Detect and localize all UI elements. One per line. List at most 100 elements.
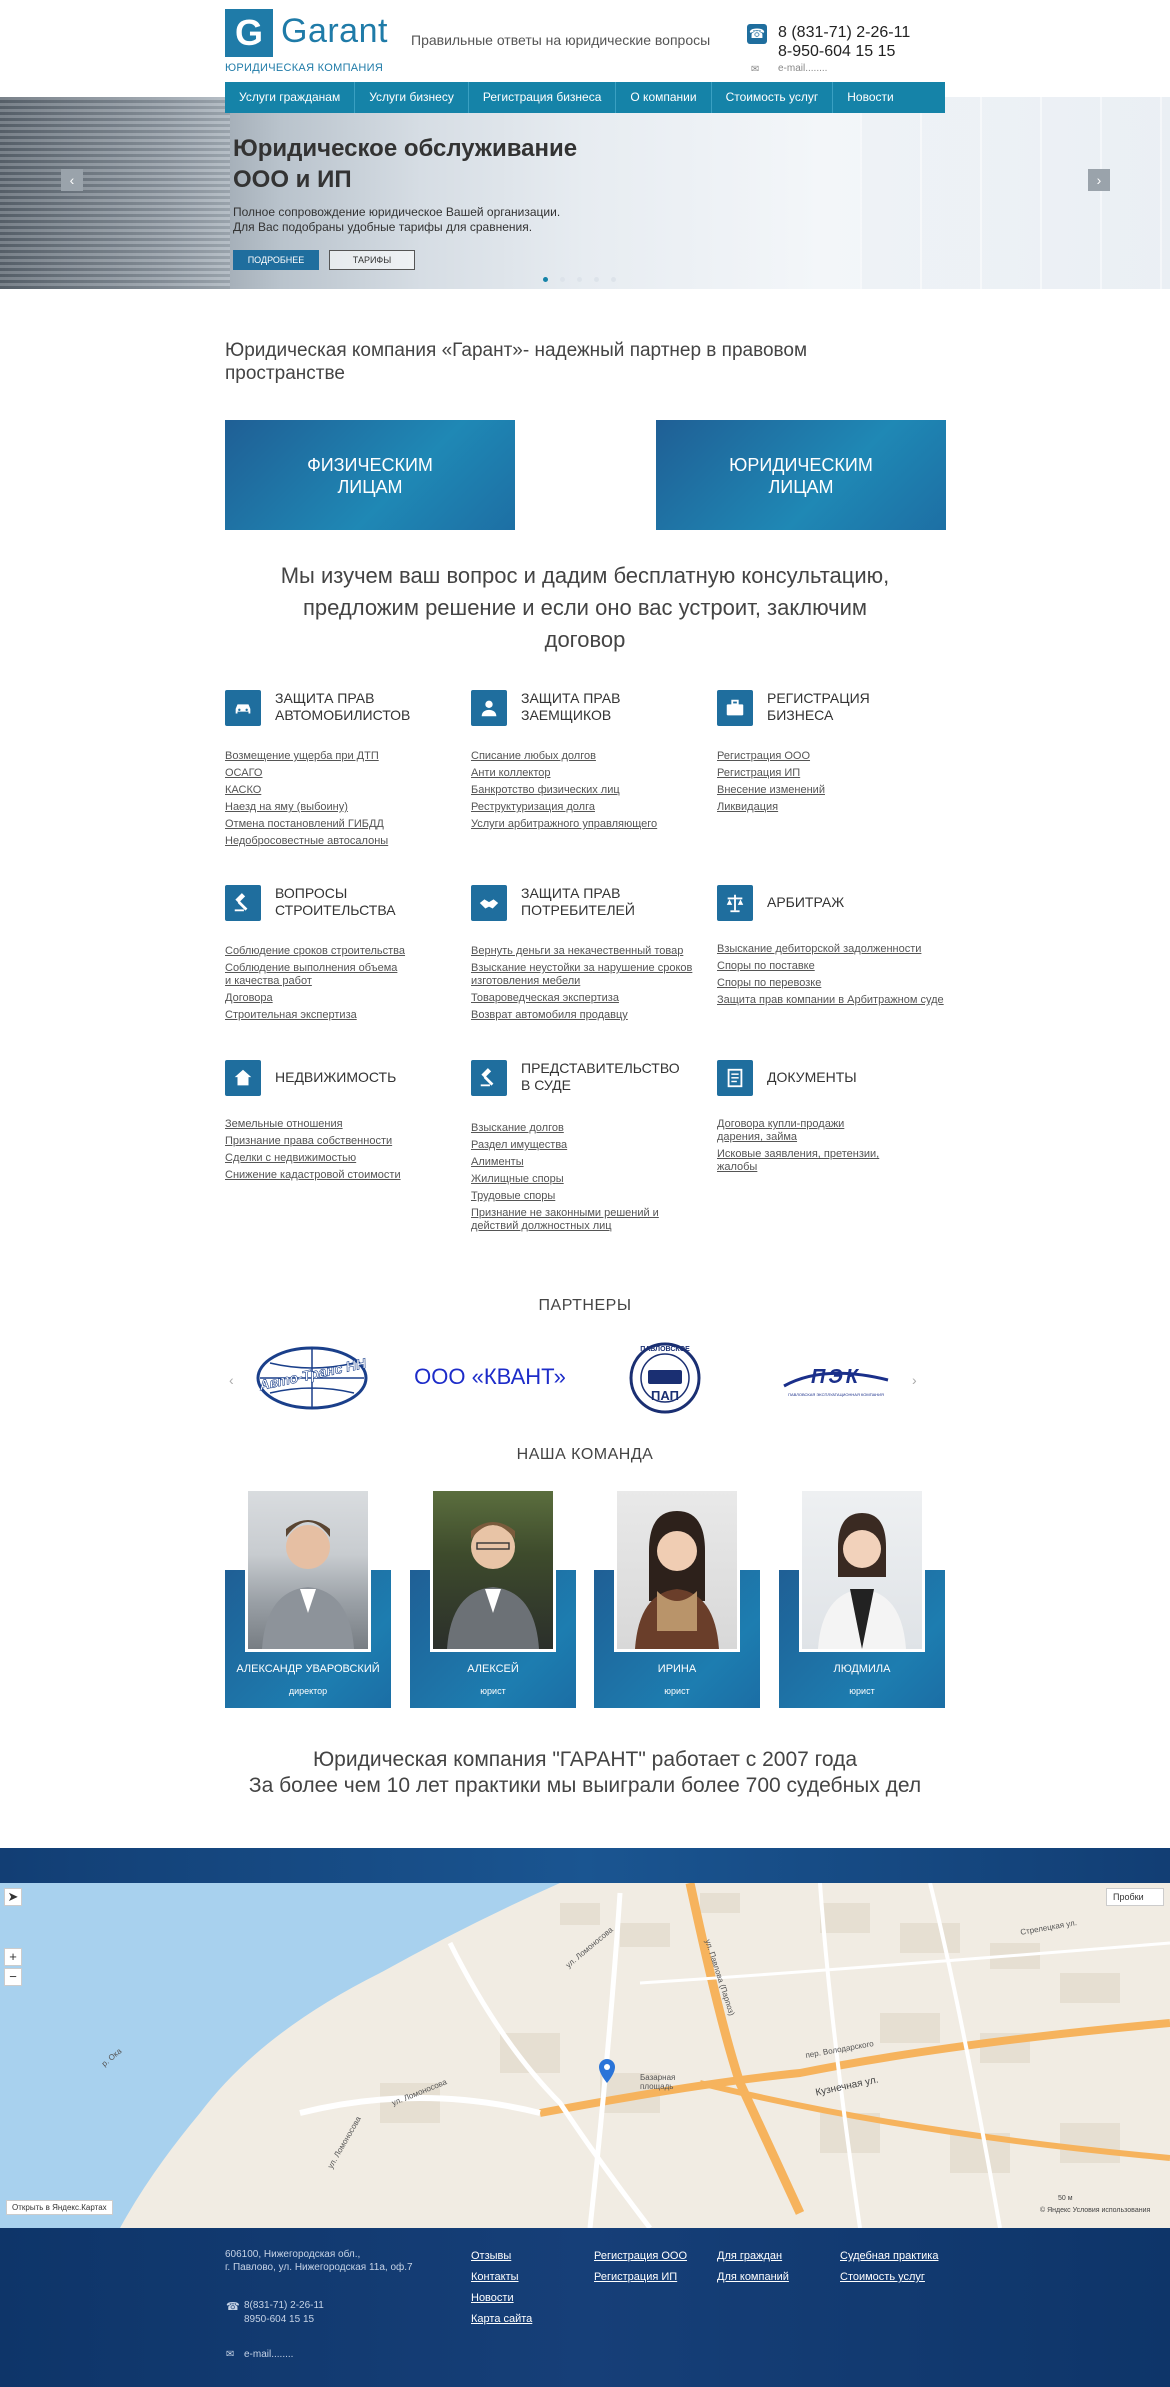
open-in-yandex-link[interactable]: Открыть в Яндекс.Картах: [6, 2200, 113, 2215]
service-link[interactable]: Соблюдение выполнения объема: [225, 962, 465, 975]
logo-word[interactable]: Garant: [281, 12, 388, 51]
service-link[interactable]: Строительная экспертиза: [225, 1009, 465, 1022]
map-copyright[interactable]: © Яндекс Условия использования: [1040, 2207, 1150, 2214]
team-member-card[interactable]: ЛЮДМИЛА юрист: [779, 1488, 945, 1708]
service-link[interactable]: изготовления мебели: [471, 975, 711, 988]
service-link[interactable]: Взыскание долгов: [471, 1122, 711, 1135]
nav-item-about[interactable]: О компании: [616, 82, 712, 113]
service-title[interactable]: РЕГИСТРАЦИЯ БИЗНЕСА: [767, 690, 967, 724]
service-title[interactable]: ЗАЩИТА ПРАВ ЗАЕМЩИКОВ: [521, 690, 721, 724]
hero-tariffs-button[interactable]: ТАРИФЫ: [329, 250, 415, 270]
nav-item-business[interactable]: Услуги бизнесу: [355, 82, 469, 113]
service-link[interactable]: Алименты: [471, 1156, 711, 1169]
service-link[interactable]: Анти коллектор: [471, 767, 711, 780]
service-link[interactable]: Внесение изменений: [717, 784, 957, 797]
service-link[interactable]: Услуги арбитражного управляющего: [471, 818, 711, 831]
footer-link-sitemap[interactable]: Карта сайта: [471, 2313, 532, 2325]
slider-dot[interactable]: [594, 277, 599, 282]
footer-link-register-ooo[interactable]: Регистрация ООО: [594, 2250, 687, 2262]
slider-dot[interactable]: [560, 277, 565, 282]
footer-link-contacts[interactable]: Контакты: [471, 2271, 532, 2283]
map-zoom-out-icon[interactable]: −: [4, 1968, 22, 1986]
service-link[interactable]: Признание права собственности: [225, 1135, 465, 1148]
footer-link-prices[interactable]: Стоимость услуг: [840, 2271, 938, 2283]
service-link[interactable]: Ликвидация: [717, 801, 957, 814]
footer-email[interactable]: e-mail........: [244, 2349, 293, 2360]
slider-dot[interactable]: [543, 277, 548, 282]
nav-item-registration[interactable]: Регистрация бизнеса: [469, 82, 617, 113]
service-link[interactable]: ОСАГО: [225, 767, 465, 780]
map-locate-icon[interactable]: ➤: [4, 1888, 22, 1906]
service-link[interactable]: Наезд на яму (выбоину): [225, 801, 465, 814]
footer-link-companies[interactable]: Для компаний: [717, 2271, 789, 2283]
logo-mark[interactable]: G: [225, 9, 273, 57]
service-title[interactable]: ДОКУМЕНТЫ: [767, 1069, 967, 1086]
team-member-card[interactable]: ИРИНА юрист: [594, 1488, 760, 1708]
nav-item-citizens[interactable]: Услуги гражданам: [225, 82, 356, 113]
service-link[interactable]: Трудовые споры: [471, 1190, 711, 1203]
nav-item-prices[interactable]: Стоимость услуг: [712, 82, 834, 113]
service-link[interactable]: Товароведческая экспертиза: [471, 992, 711, 1005]
service-link[interactable]: Реструктуризация долга: [471, 801, 711, 814]
phone-number-2[interactable]: 8-950-604 15 15: [778, 43, 895, 61]
phone-number-1[interactable]: 8 (831-71) 2-26-11: [778, 24, 910, 42]
service-link[interactable]: Взыскание неустойки за нарушение сроков: [471, 962, 711, 975]
footer-link-reviews[interactable]: Отзывы: [471, 2250, 532, 2262]
map-widget[interactable]: ул. Ломоносова ул. Ломоносова ул. Ломоно…: [0, 1883, 1170, 2228]
service-link[interactable]: Возмещение ущерба при ДТП: [225, 750, 465, 763]
service-link[interactable]: Вернуть деньги за некачественный товар: [471, 945, 711, 958]
header-email[interactable]: e-mail........: [778, 63, 827, 74]
partners-prev-arrow-icon[interactable]: ‹: [229, 1372, 234, 1388]
service-title[interactable]: ЗАЩИТА ПРАВ АВТОМОБИЛИСТОВ: [275, 690, 475, 724]
partner-logo-kvant[interactable]: ООО «КВАНТ»: [410, 1338, 570, 1418]
service-link[interactable]: Споры по поставке: [717, 960, 957, 973]
service-link[interactable]: Списание любых долгов: [471, 750, 711, 763]
service-link[interactable]: Жилищные споры: [471, 1173, 711, 1186]
partners-next-arrow-icon[interactable]: ›: [912, 1372, 917, 1388]
footer-link-register-ip[interactable]: Регистрация ИП: [594, 2271, 687, 2283]
footer-link-news[interactable]: Новости: [471, 2292, 532, 2304]
service-link[interactable]: Недобросовестные автосалоны: [225, 835, 465, 848]
map-traffic-button[interactable]: Пробки: [1106, 1888, 1164, 1906]
footer-link-citizens[interactable]: Для граждан: [717, 2250, 789, 2262]
service-link[interactable]: и качества работ: [225, 975, 465, 988]
partner-logo-pap[interactable]: ПАВЛОВСКОЕ ПАП: [628, 1338, 702, 1418]
service-link[interactable]: Отмена постановлений ГИБДД: [225, 818, 465, 831]
map-zoom-in-icon[interactable]: +: [4, 1948, 22, 1966]
service-link[interactable]: Снижение кадастровой стоимости: [225, 1169, 465, 1182]
slider-next-arrow-icon[interactable]: ›: [1088, 169, 1110, 191]
team-member-card[interactable]: АЛЕКСАНДР УВАРОВСКИЙ директор: [225, 1488, 391, 1708]
service-title[interactable]: АРБИТРАЖ: [767, 894, 967, 911]
service-link[interactable]: Банкротство физических лиц: [471, 784, 711, 797]
partner-logo-pek[interactable]: ПЭК ПАВЛОВСКАЯ ЭКСПЛУАТАЦИОННАЯ КОМПАНИЯ: [776, 1338, 896, 1418]
service-link[interactable]: Договора купли-продажи: [717, 1118, 957, 1131]
service-link[interactable]: Сделки с недвижимостью: [225, 1152, 465, 1165]
nav-item-news[interactable]: Новости: [833, 82, 907, 113]
hero-more-button[interactable]: ПОДРОБНЕЕ: [233, 250, 319, 270]
service-title[interactable]: НЕДВИЖИМОСТЬ: [275, 1069, 475, 1086]
service-title[interactable]: ЗАЩИТА ПРАВ ПОТРЕБИТЕЛЕЙ: [521, 885, 721, 919]
slider-prev-arrow-icon[interactable]: ‹: [61, 169, 83, 191]
service-link[interactable]: Защита прав компании в Арбитражном суде: [717, 994, 957, 1007]
service-link[interactable]: Соблюдение сроков строительства: [225, 945, 465, 958]
service-link[interactable]: КАСКО: [225, 784, 465, 797]
service-link[interactable]: Регистрация ИП: [717, 767, 957, 780]
service-link[interactable]: Раздел имущества: [471, 1139, 711, 1152]
service-link[interactable]: Исковые заявления, претензии,: [717, 1148, 957, 1161]
service-link[interactable]: Споры по перевозке: [717, 977, 957, 990]
service-title[interactable]: ПРЕДСТАВИТЕЛЬСТВО В СУДЕ: [521, 1060, 721, 1094]
service-link[interactable]: Взыскание дебиторской задолженности: [717, 943, 957, 956]
service-link[interactable]: дарения, займа: [717, 1131, 957, 1144]
legal-entities-button[interactable]: ЮРИДИЧЕСКИМ ЛИЦАМ: [656, 420, 946, 530]
service-link[interactable]: Признание не законными решений и: [471, 1207, 711, 1220]
service-link[interactable]: жалобы: [717, 1161, 957, 1174]
service-link[interactable]: Договора: [225, 992, 465, 1005]
slider-dot[interactable]: [611, 277, 616, 282]
footer-link-court-practice[interactable]: Судебная практика: [840, 2250, 938, 2262]
team-member-card[interactable]: АЛЕКСЕЙ юрист: [410, 1488, 576, 1708]
footer-phones[interactable]: 8(831-71) 2-26-11 8950-604 15 15: [244, 2299, 324, 2327]
service-link[interactable]: действий должностных лиц: [471, 1220, 711, 1233]
service-link[interactable]: Земельные отношения: [225, 1118, 465, 1131]
service-link[interactable]: Возврат автомобиля продавцу: [471, 1009, 711, 1022]
individuals-button[interactable]: ФИЗИЧЕСКИМ ЛИЦАМ: [225, 420, 515, 530]
